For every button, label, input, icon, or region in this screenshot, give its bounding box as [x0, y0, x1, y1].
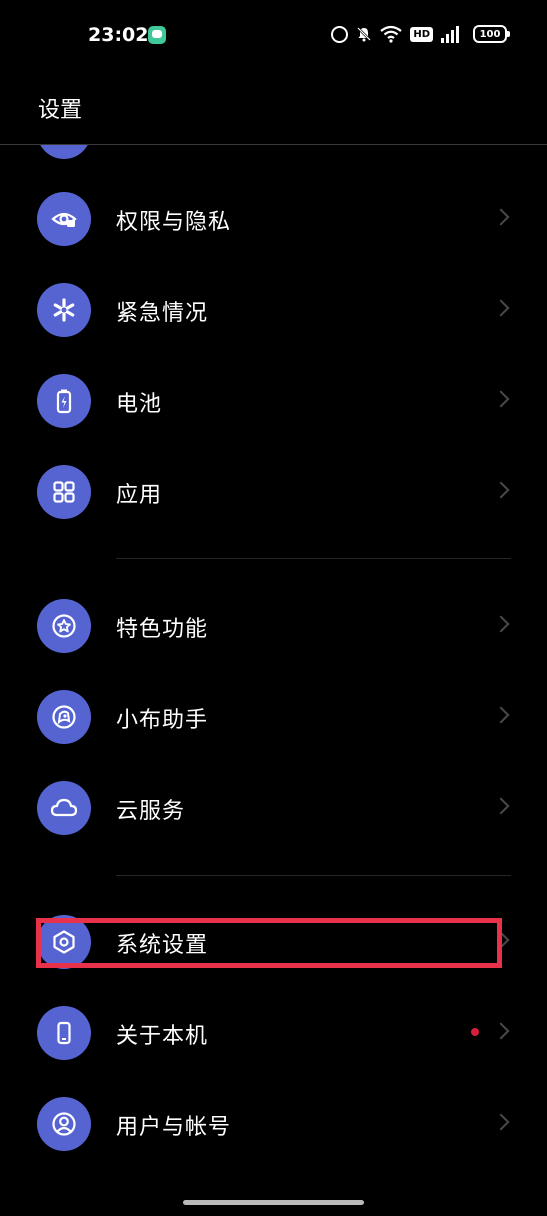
battery-status-icon: 100 — [473, 25, 510, 43]
settings-item-system[interactable]: 系统设置 — [0, 897, 547, 988]
hexagon-settings-icon — [37, 915, 91, 969]
chevron-right-icon — [492, 1022, 510, 1040]
settings-item-accounts[interactable]: 用户与帐号 — [0, 1079, 547, 1170]
settings-list: 权限与隐私 紧急情况 电池 应用 特色功能 小布助手 云服务 系统设置 关于本机… — [0, 145, 547, 1185]
star-badge-icon — [37, 599, 91, 653]
chevron-right-icon — [492, 615, 510, 633]
phone-icon — [37, 1006, 91, 1060]
signal-icon — [441, 25, 465, 43]
chevron-right-icon — [492, 797, 510, 815]
status-time: 23:02 — [88, 24, 149, 46]
settings-item-label: 特色功能 — [116, 617, 209, 642]
chevron-right-icon — [492, 1113, 510, 1131]
page-title: 设置 — [38, 98, 83, 123]
settings-item-about[interactable]: 关于本机 — [0, 988, 547, 1079]
chevron-right-icon — [492, 299, 510, 317]
chevron-right-icon — [492, 931, 510, 949]
chevron-right-icon — [492, 208, 510, 226]
emergency-asterisk-icon — [37, 283, 91, 337]
update-badge-dot — [471, 1028, 479, 1036]
settings-item-battery[interactable]: 电池 — [0, 356, 547, 447]
battery-icon — [37, 374, 91, 428]
settings-item-features[interactable]: 特色功能 — [0, 581, 547, 672]
alarm-icon — [331, 25, 349, 43]
cloud-icon — [37, 781, 91, 835]
settings-item-label: 关于本机 — [116, 1024, 209, 1049]
group-divider — [116, 558, 511, 559]
user-account-icon — [37, 1097, 91, 1151]
status-icons: HD 100 — [331, 22, 510, 46]
privacy-eye-icon — [37, 192, 91, 246]
status-bar: 23:02 HD 100 — [0, 0, 547, 70]
settings-item-label: 紧急情况 — [116, 301, 209, 326]
hd-icon: HD — [410, 26, 433, 42]
chevron-right-icon — [492, 706, 510, 724]
group-divider — [116, 875, 511, 876]
chevron-right-icon — [492, 481, 510, 499]
apps-grid-icon — [37, 465, 91, 519]
chevron-right-icon — [492, 390, 510, 408]
settings-item-cloud[interactable]: 云服务 — [0, 763, 547, 854]
settings-item-label: 应用 — [116, 483, 163, 508]
settings-item-label: 电池 — [116, 392, 163, 417]
mute-bell-icon — [356, 26, 372, 42]
settings-item-label: 小布助手 — [116, 708, 209, 733]
wifi-icon — [380, 25, 403, 43]
settings-item-label: 用户与帐号 — [116, 1115, 232, 1140]
settings-item-apps[interactable]: 应用 — [0, 447, 547, 538]
settings-item-emergency[interactable]: 紧急情况 — [0, 265, 547, 356]
settings-item-label: 云服务 — [116, 799, 186, 824]
home-indicator[interactable] — [183, 1200, 364, 1205]
settings-item-label: 权限与隐私 — [116, 210, 232, 235]
partial-row-icon — [37, 145, 91, 159]
assistant-icon — [37, 690, 91, 744]
settings-item-privacy[interactable]: 权限与隐私 — [0, 174, 547, 265]
settings-item-assistant[interactable]: 小布助手 — [0, 672, 547, 763]
app-notification-icon — [148, 26, 166, 44]
settings-item-label: 系统设置 — [116, 933, 209, 958]
